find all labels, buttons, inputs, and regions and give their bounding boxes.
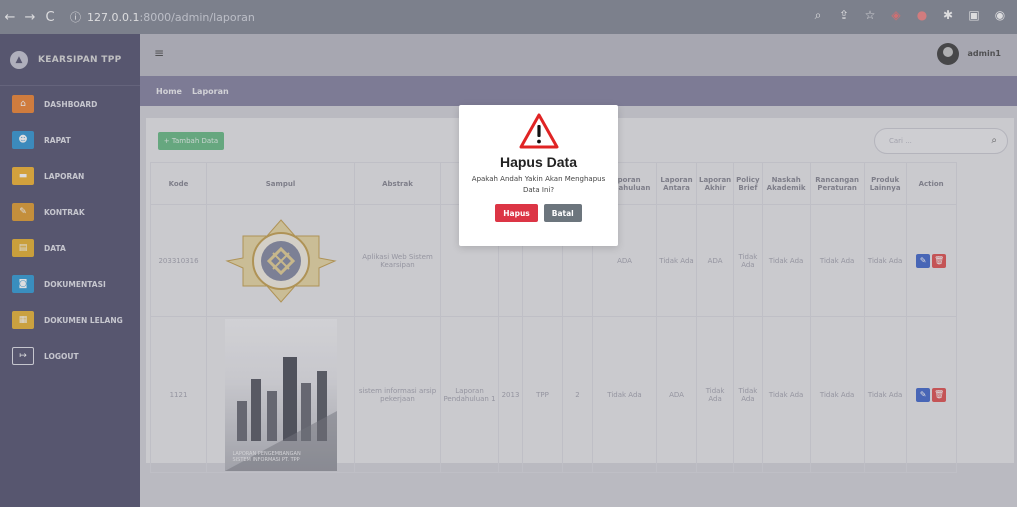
- modal-backdrop[interactable]: [0, 0, 1017, 507]
- warning-icon: [519, 113, 558, 149]
- dialog-message: Apakah Andah Yakin Akan Menghapus Data I…: [471, 175, 606, 194]
- confirm-delete-button[interactable]: Hapus: [495, 204, 538, 222]
- dialog-title: Hapus Data: [499, 154, 578, 170]
- cancel-button[interactable]: Batal: [543, 204, 582, 222]
- delete-confirm-dialog: Hapus Data Apakah Andah Yakin Akan Mengh…: [459, 105, 618, 246]
